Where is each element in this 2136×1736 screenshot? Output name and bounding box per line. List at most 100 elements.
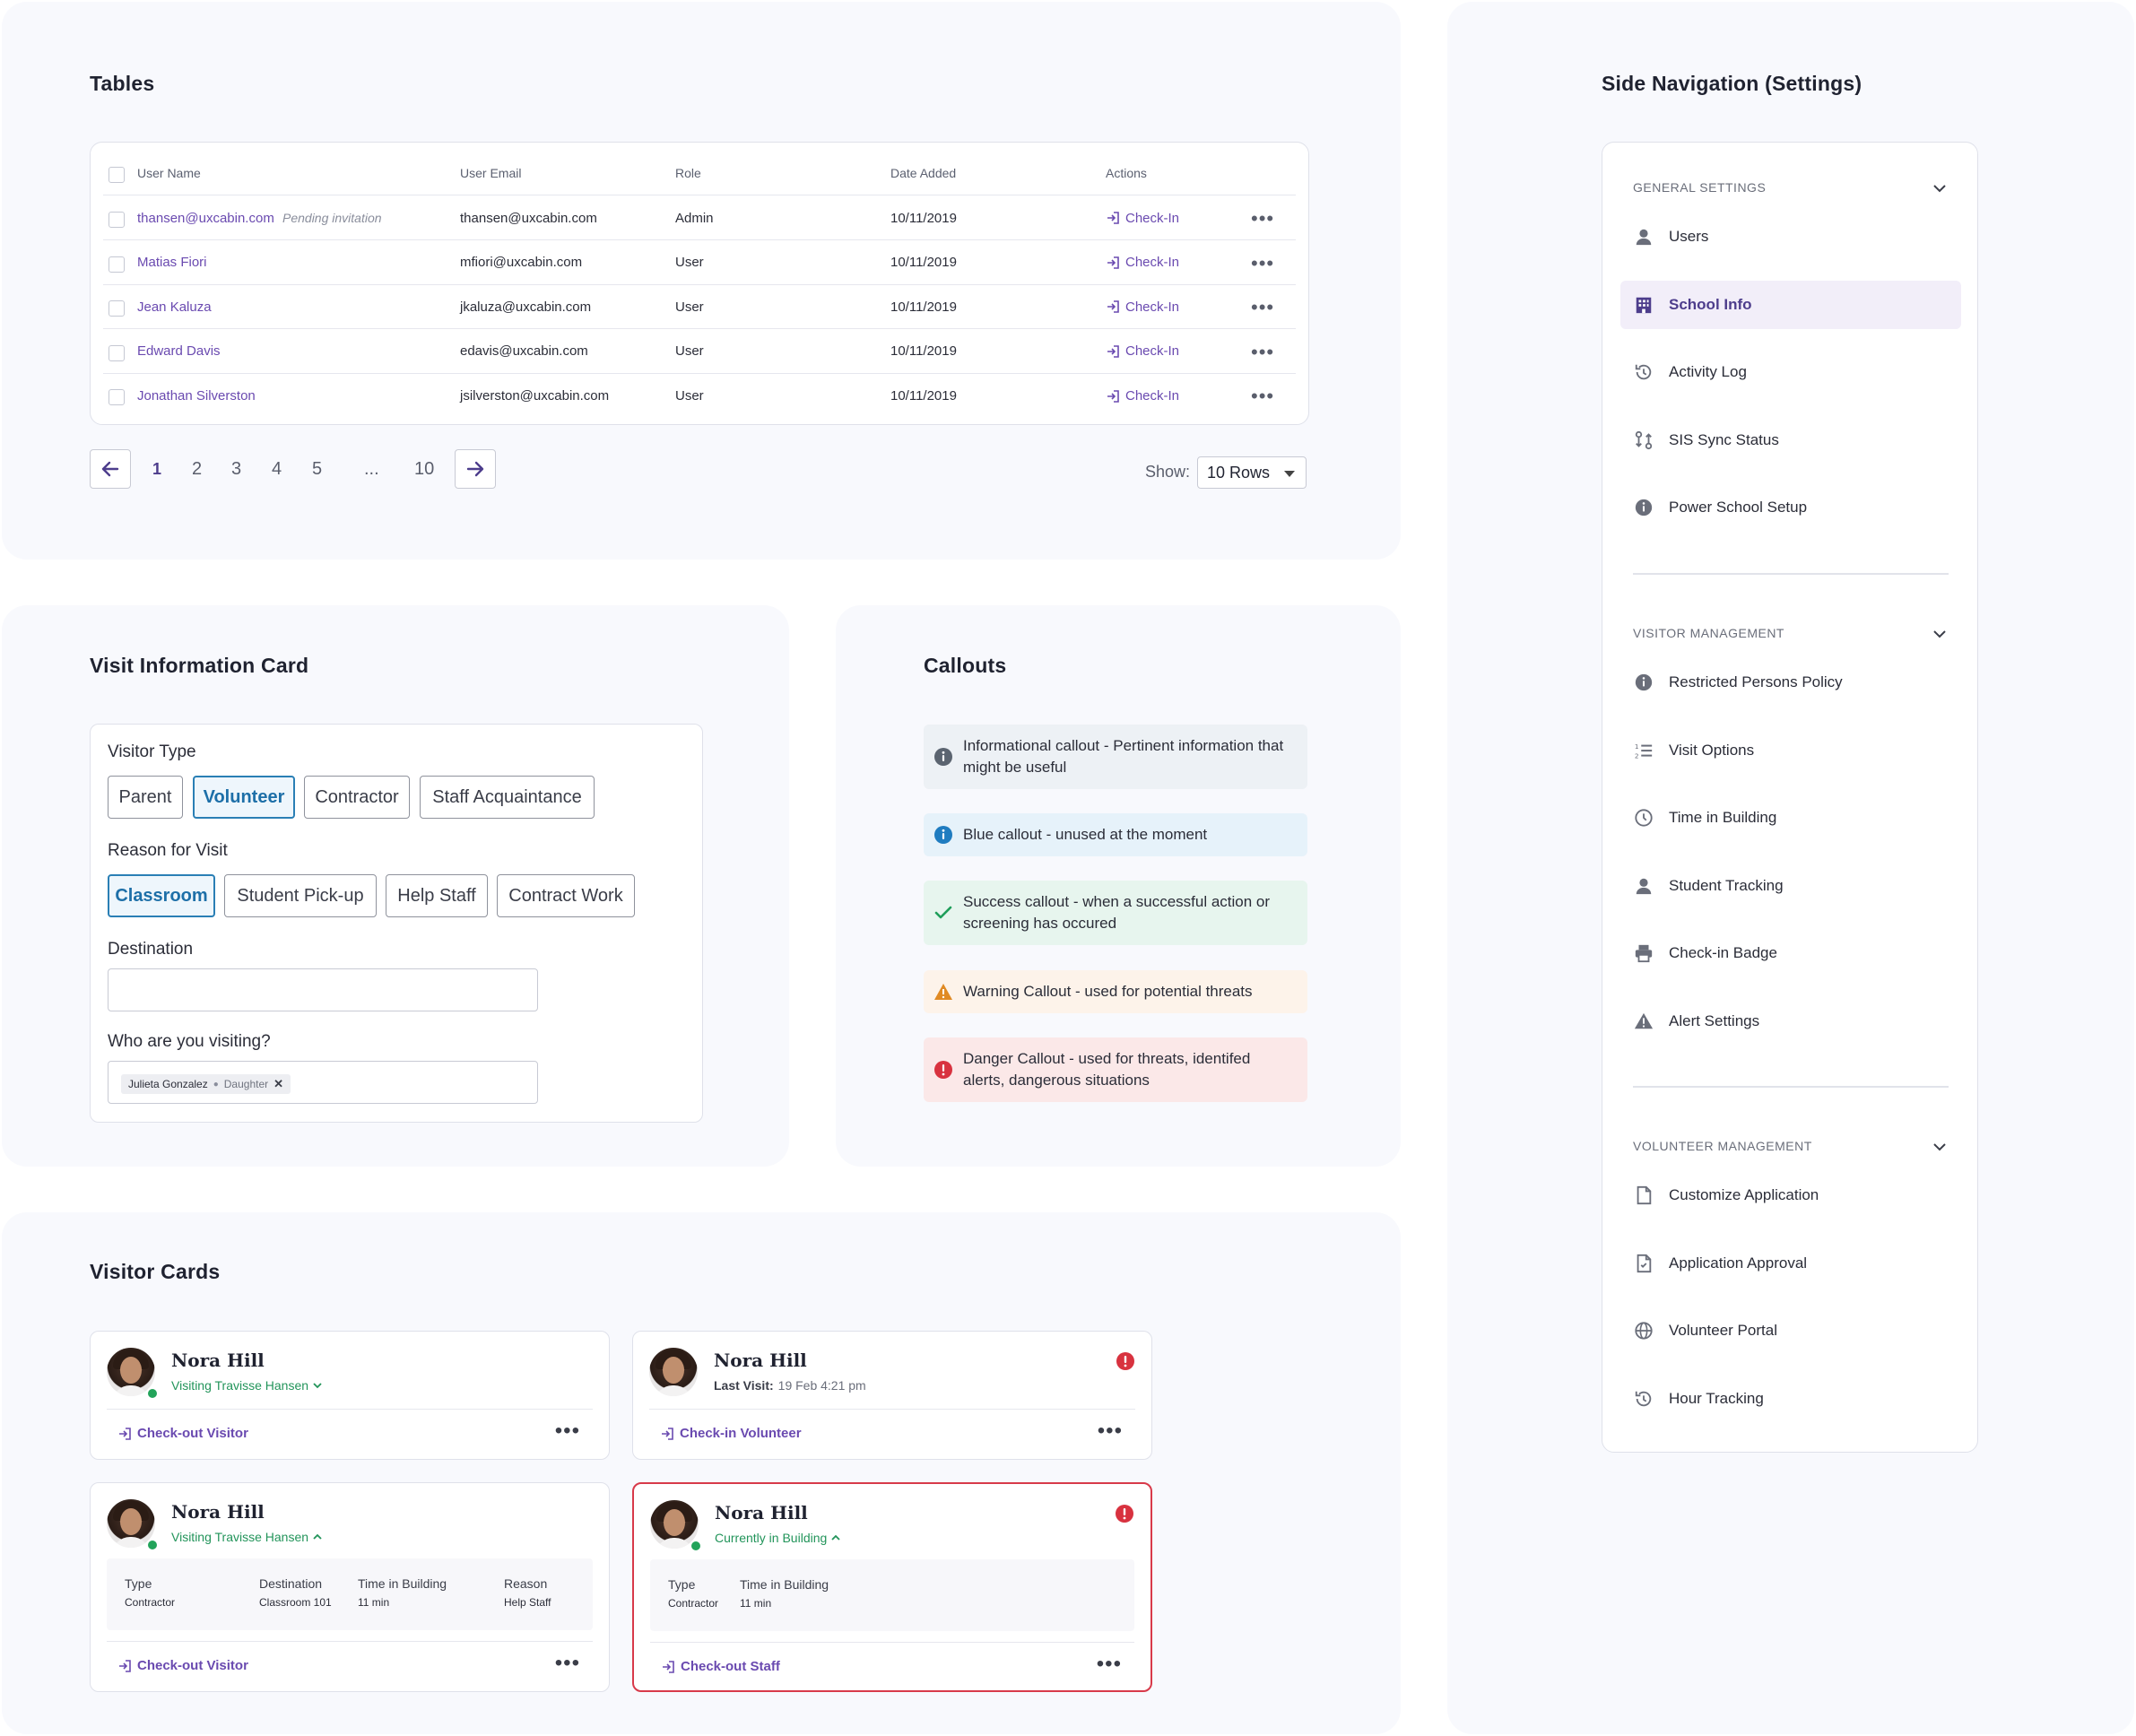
nav-item-visit-options[interactable]: 1 2 Visit Options — [1633, 726, 1947, 775]
row-checkbox[interactable] — [109, 212, 125, 228]
detail-key: Type — [125, 1576, 152, 1591]
user-name-link[interactable]: Jonathan Silverston — [137, 388, 256, 404]
detail-value: 11 min — [358, 1596, 390, 1609]
row-checkbox[interactable] — [109, 344, 125, 361]
nav-item-application-approval[interactable]: Application Approval — [1633, 1239, 1947, 1288]
check-in-volunteer-button[interactable]: Check-in Volunteer — [660, 1426, 802, 1441]
page-number[interactable]: 10 — [414, 459, 434, 480]
nav-item-activity-log[interactable]: Activity Log — [1633, 348, 1947, 396]
user-email: edavis@uxcabin.com — [460, 343, 588, 359]
more-options-icon[interactable]: ••• — [1251, 207, 1274, 230]
pagination-ellipsis: ... — [364, 459, 379, 479]
header-user-email[interactable]: User Email — [460, 166, 521, 180]
last-visit: Last Visit: 19 Feb 4:21 pm — [714, 1378, 866, 1393]
check-in-button[interactable]: Check-In — [1106, 299, 1179, 315]
user-name-link[interactable]: Matias Fiori — [137, 255, 207, 270]
reason-chip[interactable]: Contract Work — [497, 874, 635, 917]
page-number[interactable]: 1 — [152, 460, 161, 479]
nav-section-header[interactable]: VOLUNTEER MANAGEMENT — [1633, 1139, 1812, 1153]
reason-chip[interactable]: Student Pick-up — [224, 874, 377, 917]
visitor-card: Nora Hill Last Visit: 19 Feb 4:21 pm Chec… — [632, 1331, 1152, 1460]
visitor-status[interactable]: Visiting Travisse Hansen — [171, 1530, 322, 1544]
visitor-type-chip[interactable]: Contractor — [304, 776, 410, 819]
chevron-down-icon[interactable] — [1932, 629, 1947, 638]
page-number[interactable]: 3 — [231, 459, 241, 480]
chevron-up-icon — [831, 1534, 840, 1541]
nav-item-restricted-persons-policy[interactable]: Restricted Persons Policy — [1633, 658, 1947, 707]
check-in-label: Check-In — [1125, 388, 1180, 404]
nav-item-label: Customize Application — [1669, 1186, 1819, 1203]
header-role[interactable]: Role — [675, 166, 701, 180]
visiting-input[interactable]: Julieta Gonzalez ● Daughter ✕ — [108, 1061, 538, 1104]
more-options-icon[interactable]: ••• — [555, 1651, 580, 1676]
user-name-link[interactable]: thansen@uxcabin.com — [137, 211, 274, 226]
online-status-dot — [146, 1539, 159, 1551]
nav-item-alert-settings[interactable]: Alert Settings — [1633, 997, 1947, 1046]
nav-section-header[interactable]: GENERAL SETTINGS — [1633, 180, 1766, 195]
check-in-button[interactable]: Check-In — [1106, 343, 1179, 359]
page-number[interactable]: 4 — [272, 459, 282, 480]
alert-icon[interactable] — [1116, 1351, 1135, 1371]
next-page-button[interactable] — [455, 449, 496, 489]
more-options-icon[interactable]: ••• — [1097, 1652, 1122, 1677]
nav-section-header[interactable]: VISITOR MANAGEMENT — [1633, 626, 1784, 640]
check-out-visitor-button[interactable]: Check-out Visitor — [117, 1658, 248, 1673]
chevron-down-icon[interactable] — [1932, 1142, 1947, 1151]
table-row: Edward Davis edavis@uxcabin.com User 10/11/… — [103, 330, 1296, 374]
more-options-icon[interactable]: ••• — [1098, 1419, 1123, 1444]
select-all-checkbox[interactable] — [109, 167, 125, 183]
nav-item-users[interactable]: Users — [1633, 213, 1947, 261]
side-navigation: GENERAL SETTINGS Users School Info Activity… — [1602, 142, 1978, 1453]
header-user-name[interactable]: User Name — [137, 166, 201, 180]
visitor-status[interactable]: Visiting Travisse Hansen — [171, 1378, 322, 1393]
user-role: User — [675, 255, 704, 270]
row-checkbox[interactable] — [109, 256, 125, 273]
row-checkbox[interactable] — [109, 389, 125, 405]
nav-item-volunteer-portal[interactable]: Volunteer Portal — [1633, 1306, 1947, 1355]
rows-per-page-select[interactable]: 10 Rows — [1197, 456, 1307, 489]
nav-item-check-in-badge[interactable]: Check-in Badge — [1633, 929, 1947, 977]
chevron-up-icon — [313, 1533, 322, 1540]
nav-item-school-info[interactable]: School Info — [1620, 280, 1961, 329]
date-added: 10/11/2019 — [890, 343, 957, 359]
nav-item-hour-tracking[interactable]: Hour Tracking — [1633, 1375, 1947, 1423]
more-options-icon[interactable]: ••• — [1251, 385, 1274, 408]
alert-icon[interactable] — [1115, 1504, 1134, 1523]
action-label: Check-in Volunteer — [680, 1426, 802, 1441]
nav-item-label: Alert Settings — [1669, 1011, 1760, 1029]
reason-chip[interactable]: Help Staff — [386, 874, 488, 917]
visitor-type-chip[interactable]: Staff Acquaintance — [420, 776, 595, 819]
visitor-status[interactable]: Currently in Building — [715, 1531, 840, 1545]
prev-page-button[interactable] — [90, 449, 131, 489]
card-footer: Check-out Visitor ••• — [107, 1409, 593, 1459]
callout-text: Danger Callout - used for threats, ident… — [963, 1050, 1251, 1089]
more-options-icon[interactable]: ••• — [1251, 341, 1274, 364]
user-name-link[interactable]: Edward Davis — [137, 343, 221, 359]
more-options-icon[interactable]: ••• — [1251, 252, 1274, 275]
visitor-type-chip[interactable]: Volunteer — [193, 776, 295, 819]
header-date-added[interactable]: Date Added — [890, 166, 956, 180]
page-number[interactable]: 2 — [192, 459, 202, 480]
nav-item-student-tracking[interactable]: Student Tracking — [1633, 862, 1947, 910]
nav-item-power-school-setup[interactable]: Power School Setup — [1633, 483, 1947, 532]
check-out-staff-button[interactable]: Check-out Staff — [661, 1659, 780, 1674]
check-in-button[interactable]: Check-In — [1106, 388, 1179, 404]
reason-chip[interactable]: Classroom — [108, 874, 215, 917]
nav-item-customize-application[interactable]: Customize Application — [1633, 1171, 1947, 1220]
destination-input[interactable] — [108, 968, 538, 1011]
user-name-link[interactable]: Jean Kaluza — [137, 299, 212, 315]
remove-tag-icon[interactable]: ✕ — [274, 1077, 283, 1091]
chevron-down-icon[interactable] — [1932, 184, 1947, 193]
row-checkbox[interactable] — [109, 300, 125, 317]
page-number[interactable]: 5 — [312, 459, 322, 480]
more-options-icon[interactable]: ••• — [1251, 296, 1274, 319]
nav-item-time-in-building[interactable]: Time in Building — [1633, 794, 1947, 842]
nav-item-sis-sync-status[interactable]: SIS Sync Status — [1633, 416, 1947, 464]
more-options-icon[interactable]: ••• — [555, 1419, 580, 1444]
blue-callout: Blue callout - unused at the moment — [924, 813, 1307, 856]
check-in-button[interactable]: Check-In — [1106, 211, 1179, 226]
check-in-button[interactable]: Check-In — [1106, 255, 1179, 270]
visitor-type-chip[interactable]: Parent — [108, 776, 183, 819]
check-out-visitor-button[interactable]: Check-out Visitor — [117, 1426, 248, 1441]
clock-icon — [1635, 809, 1653, 827]
